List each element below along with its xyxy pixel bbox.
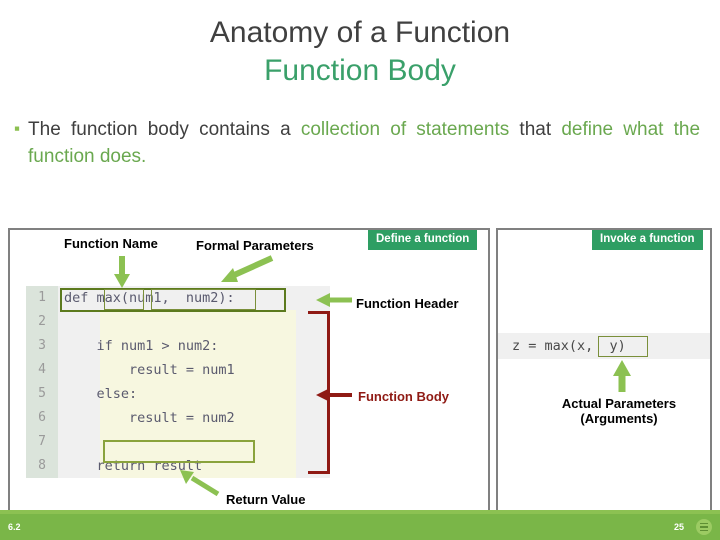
label-actual-parameters-line2: (Arguments) bbox=[580, 411, 658, 426]
title-block: Anatomy of a Function Function Body bbox=[0, 14, 720, 90]
line-number-gutter: 1 2 3 4 5 6 7 8 bbox=[26, 286, 58, 478]
label-actual-parameters: Actual Parameters (Arguments) bbox=[546, 396, 692, 426]
line-number: 2 bbox=[38, 314, 46, 329]
line-number: 3 bbox=[38, 338, 46, 353]
code-line: result = num1 bbox=[64, 362, 235, 378]
return-statement-highlight-box bbox=[103, 440, 255, 463]
label-formal-parameters: Formal Parameters bbox=[196, 238, 314, 253]
bullet-text-highlight1: collection of statements bbox=[300, 119, 510, 140]
slide: Anatomy of a Function Function Body ▪ Th… bbox=[0, 0, 720, 540]
tab-invoke-a-function[interactable]: Invoke a function bbox=[592, 230, 703, 250]
label-function-name: Function Name bbox=[64, 236, 158, 251]
footer-bar: 6.2 25 bbox=[0, 514, 720, 540]
code-line: result = num2 bbox=[64, 410, 235, 426]
line-number: 5 bbox=[38, 386, 46, 401]
bullet-dot-icon: ▪ bbox=[14, 119, 21, 138]
page-subtitle: Function Body bbox=[264, 54, 456, 87]
label-actual-parameters-line1: Actual Parameters bbox=[561, 396, 677, 411]
line-number: 4 bbox=[38, 362, 46, 377]
bullet-text-part1: The function body contains a bbox=[28, 119, 301, 140]
label-function-header: Function Header bbox=[356, 296, 459, 311]
line-number: 1 bbox=[38, 290, 46, 305]
code-line: if num1 > num2: bbox=[64, 338, 219, 354]
code-line: else: bbox=[64, 386, 138, 402]
line-number: 8 bbox=[38, 458, 46, 473]
line-number: 6 bbox=[38, 410, 46, 425]
bullet-text-part2: that bbox=[509, 119, 562, 140]
bullet-text: The function body contains a collection … bbox=[28, 116, 700, 170]
function-name-highlight-box bbox=[104, 289, 144, 310]
page-title: Anatomy of a Function bbox=[209, 16, 511, 49]
bullet-item: ▪ The function body contains a collectio… bbox=[14, 116, 714, 170]
label-function-body: Function Body bbox=[358, 389, 449, 404]
footer-page-number: 25 bbox=[673, 522, 684, 532]
actual-parameters-highlight-box bbox=[598, 336, 648, 357]
invoke-function-panel bbox=[496, 228, 712, 516]
menu-icon[interactable] bbox=[696, 519, 712, 535]
tab-define-a-function[interactable]: Define a function bbox=[368, 230, 478, 250]
footer-section-number: 6.2 bbox=[8, 522, 21, 532]
label-return-value: Return Value bbox=[226, 492, 306, 507]
function-body-bracket bbox=[308, 311, 330, 474]
line-number: 7 bbox=[38, 434, 46, 449]
formal-parameters-highlight-box bbox=[151, 289, 256, 310]
